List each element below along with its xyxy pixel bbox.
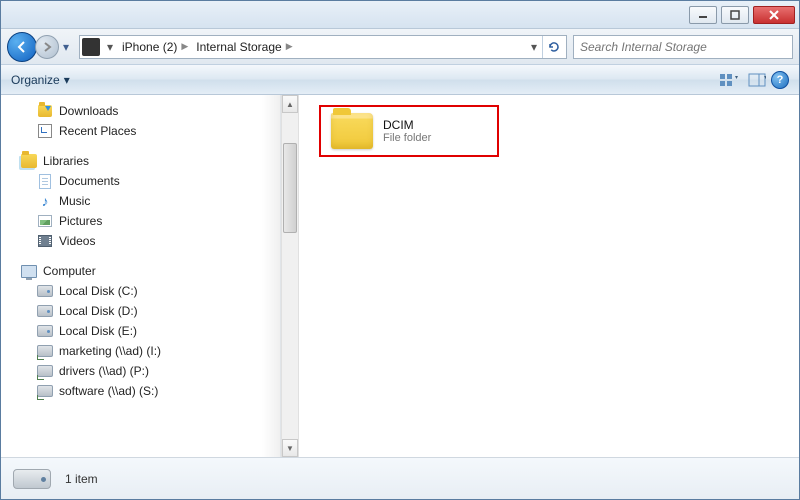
- breadcrumb-device-label: iPhone (2): [122, 40, 177, 54]
- search-input[interactable]: [580, 40, 786, 54]
- breadcrumb-location[interactable]: Internal Storage ▶: [192, 40, 296, 54]
- maximize-button[interactable]: [721, 6, 749, 24]
- nav-label: Recent Places: [59, 124, 136, 138]
- scroll-down-button[interactable]: ▼: [282, 439, 298, 457]
- close-button[interactable]: [753, 6, 795, 24]
- documents-icon: [37, 173, 53, 189]
- nav-group-computer[interactable]: Computer: [1, 261, 280, 281]
- nav-item-net-software[interactable]: software (\\ad) (S:): [1, 381, 280, 401]
- computer-icon: [21, 263, 37, 279]
- network-drive-icon: [37, 383, 53, 399]
- nav-label: Documents: [59, 174, 120, 188]
- nav-label: Music: [59, 194, 90, 208]
- libraries-icon: [21, 153, 37, 169]
- navigation-pane: Downloads Recent Places Libraries Docume…: [1, 95, 281, 457]
- recent-places-icon: [37, 123, 53, 139]
- pictures-icon: [37, 213, 53, 229]
- nav-item-disk-e[interactable]: Local Disk (E:): [1, 321, 280, 341]
- explorer-body: Downloads Recent Places Libraries Docume…: [1, 95, 799, 457]
- view-options-button[interactable]: [715, 69, 743, 91]
- nav-buttons: ▾: [7, 32, 73, 62]
- nav-scrollbar[interactable]: ▲ ▼: [281, 95, 299, 457]
- chevron-right-icon: ▶: [181, 41, 188, 52]
- nav-group-libraries[interactable]: Libraries: [1, 151, 280, 171]
- nav-item-disk-d[interactable]: Local Disk (D:): [1, 301, 280, 321]
- folder-text: DCIM File folder: [383, 118, 431, 144]
- folder-type: File folder: [383, 132, 431, 144]
- nav-label: Local Disk (E:): [59, 324, 137, 338]
- breadcrumb-device[interactable]: iPhone (2) ▶: [118, 40, 192, 54]
- breadcrumb-location-label: Internal Storage: [196, 40, 281, 54]
- address-dropdown[interactable]: ▾: [102, 40, 118, 54]
- explorer-window: ▾ ▾ iPhone (2) ▶ Internal Storage ▶ ▾ O: [0, 0, 800, 500]
- organize-menu[interactable]: Organize ▾: [11, 73, 70, 87]
- chevron-down-icon: ▾: [64, 73, 70, 87]
- nav-item-documents[interactable]: Documents: [1, 171, 280, 191]
- nav-label: Local Disk (D:): [59, 304, 138, 318]
- nav-label: Downloads: [59, 104, 118, 118]
- disk-icon: [37, 323, 53, 339]
- folder-name: DCIM: [383, 118, 431, 132]
- scroll-up-button[interactable]: ▲: [282, 95, 298, 113]
- nav-item-recent-places[interactable]: Recent Places: [1, 121, 280, 141]
- back-button[interactable]: [7, 32, 37, 62]
- disk-icon: [37, 303, 53, 319]
- nav-label: drivers (\\ad) (P:): [59, 364, 149, 378]
- address-bar[interactable]: ▾ iPhone (2) ▶ Internal Storage ▶ ▾: [79, 35, 567, 59]
- nav-item-net-drivers[interactable]: drivers (\\ad) (P:): [1, 361, 280, 381]
- nav-item-disk-c[interactable]: Local Disk (C:): [1, 281, 280, 301]
- chevron-right-icon: ▶: [286, 41, 293, 52]
- nav-label: Libraries: [43, 154, 89, 168]
- details-pane: 1 item: [1, 457, 799, 499]
- search-box[interactable]: [573, 35, 793, 59]
- nav-history-dropdown[interactable]: ▾: [59, 35, 73, 59]
- file-list[interactable]: DCIM File folder: [299, 95, 799, 457]
- network-drive-icon: [37, 343, 53, 359]
- drive-icon: [13, 469, 51, 489]
- folder-icon: [331, 113, 373, 149]
- device-icon: [82, 38, 100, 56]
- refresh-button[interactable]: [542, 36, 564, 58]
- scroll-track[interactable]: [282, 113, 298, 439]
- item-count: 1 item: [65, 472, 98, 486]
- nav-label: Local Disk (C:): [59, 284, 138, 298]
- folder-item-dcim[interactable]: DCIM File folder: [319, 105, 499, 157]
- title-bar: [1, 1, 799, 29]
- nav-item-pictures[interactable]: Pictures: [1, 211, 280, 231]
- minimize-button[interactable]: [689, 6, 717, 24]
- videos-icon: [37, 233, 53, 249]
- nav-item-downloads[interactable]: Downloads: [1, 101, 280, 121]
- scroll-thumb[interactable]: [283, 143, 297, 233]
- nav-label: software (\\ad) (S:): [59, 384, 158, 398]
- command-bar: Organize ▾ ?: [1, 65, 799, 95]
- nav-label: Videos: [59, 234, 95, 248]
- help-button[interactable]: ?: [771, 71, 789, 89]
- preview-pane-button[interactable]: [743, 69, 771, 91]
- network-drive-icon: [37, 363, 53, 379]
- navigation-bar: ▾ ▾ iPhone (2) ▶ Internal Storage ▶ ▾: [1, 29, 799, 65]
- organize-label: Organize: [11, 73, 60, 87]
- forward-button[interactable]: [35, 35, 59, 59]
- disk-icon: [37, 283, 53, 299]
- nav-label: Computer: [43, 264, 96, 278]
- downloads-icon: [37, 103, 53, 119]
- nav-item-net-marketing[interactable]: marketing (\\ad) (I:): [1, 341, 280, 361]
- nav-item-videos[interactable]: Videos: [1, 231, 280, 251]
- nav-label: marketing (\\ad) (I:): [59, 344, 161, 358]
- nav-label: Pictures: [59, 214, 102, 228]
- address-history-dropdown[interactable]: ▾: [526, 40, 542, 54]
- music-icon: ♪: [37, 193, 53, 209]
- nav-item-music[interactable]: ♪ Music: [1, 191, 280, 211]
